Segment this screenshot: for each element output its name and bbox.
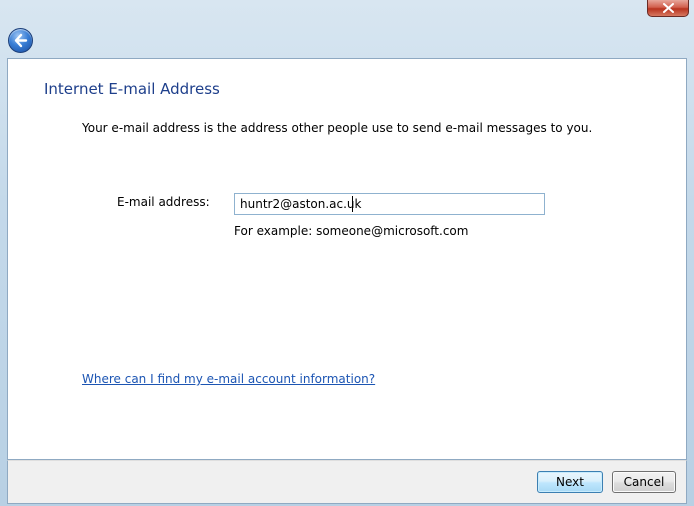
- page-title: Internet E-mail Address: [44, 80, 220, 98]
- close-button[interactable]: [647, 0, 689, 17]
- account-info-help-link[interactable]: Where can I find my e-mail account infor…: [82, 372, 375, 386]
- page-description: Your e-mail address is the address other…: [82, 121, 593, 135]
- next-button[interactable]: Next: [537, 471, 603, 493]
- cancel-button[interactable]: Cancel: [612, 471, 676, 493]
- email-field[interactable]: [234, 193, 545, 215]
- back-arrow-icon: [14, 33, 28, 48]
- wizard-window: Internet E-mail Address Your e-mail addr…: [0, 0, 694, 506]
- text-caret: [352, 196, 353, 212]
- back-button[interactable]: [8, 28, 33, 53]
- email-example-hint: For example: someone@microsoft.com: [234, 224, 469, 238]
- wizard-content: Internet E-mail Address Your e-mail addr…: [7, 58, 687, 460]
- email-label: E-mail address:: [117, 195, 210, 209]
- title-bar: [0, 0, 694, 58]
- close-icon: [663, 3, 674, 13]
- wizard-footer: Next Cancel: [7, 460, 687, 504]
